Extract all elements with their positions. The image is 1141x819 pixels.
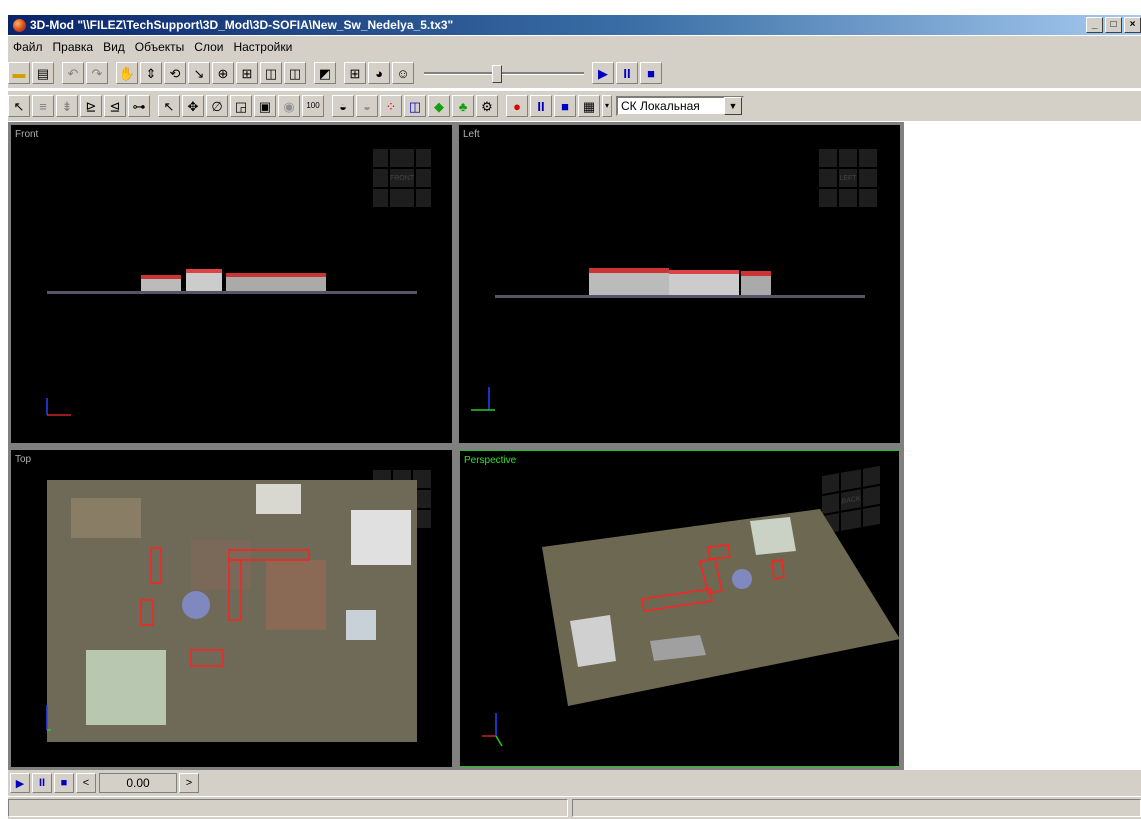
- save-icon[interactable]: ▤: [32, 62, 54, 84]
- eye-icon[interactable]: ◉: [278, 95, 300, 117]
- status-bar: [8, 797, 1141, 819]
- zoom-icon[interactable]: ⊕: [212, 62, 234, 84]
- record-icon[interactable]: ●: [506, 95, 528, 117]
- front-model-silhouette: [46, 269, 417, 416]
- orbit-icon[interactable]: ⟲: [164, 62, 186, 84]
- maximize-button[interactable]: □: [1105, 17, 1122, 33]
- menu-bar: Файл Правка Вид Объекты Слои Настройки: [8, 36, 1141, 58]
- playback-stop-button[interactable]: ■: [54, 773, 74, 793]
- edit-toolbar: ↖ ≡ ⇟ ⊵ ⊴ ⊶ ↖ ✥ ∅ ◲ ▣ ◉ 100 ◒ ◒ ⁘ ◫ ◆ ♣ …: [8, 91, 1141, 121]
- light-icon[interactable]: ◒: [332, 95, 354, 117]
- camera-icon[interactable]: ▣: [254, 95, 276, 117]
- title-bar: 3D-Mod "\\FILEZ\TechSupport\3D_Mod\3D-SO…: [8, 15, 1141, 35]
- box-view-icon[interactable]: ◫: [260, 62, 282, 84]
- viewport-area: Front FRONT Left LEFT Top Perspective BA…: [8, 122, 903, 770]
- chevron-down-icon[interactable]: ▼: [724, 97, 742, 115]
- stop-button[interactable]: ■: [640, 62, 662, 84]
- status-pane-left: [8, 799, 568, 817]
- viewport-top[interactable]: Top: [11, 450, 452, 767]
- left-model-silhouette: [471, 268, 865, 411]
- top-aerial-map: [46, 480, 417, 742]
- glasses-icon[interactable]: ◕: [368, 62, 390, 84]
- minimize-button[interactable]: _: [1086, 17, 1103, 33]
- pause-record-icon[interactable]: II: [530, 95, 552, 117]
- rotate-icon[interactable]: ∅: [206, 95, 228, 117]
- undo-icon[interactable]: ↶: [62, 62, 84, 84]
- open-folder-icon[interactable]: ▬: [8, 62, 30, 84]
- stop-record-icon[interactable]: ■: [554, 95, 576, 117]
- layout-grid-icon[interactable]: ⊞: [344, 62, 366, 84]
- layer-select-alt-icon[interactable]: ⊴: [104, 95, 126, 117]
- main-toolbar: ▬ ▤ ↶ ↷ ✋ ⇕ ⟲ ↘ ⊕ ⊞ ◫ ◫ ◩ ⊞ ◕ ☺ ▶ II ■: [8, 58, 1141, 88]
- menu-settings[interactable]: Настройки: [228, 40, 297, 54]
- wireframe-icon[interactable]: ◫: [404, 95, 426, 117]
- properties-panel: [903, 122, 1141, 770]
- person-icon[interactable]: ☺: [392, 62, 414, 84]
- layout-dropdown-icon[interactable]: ▾: [602, 95, 612, 117]
- light-off-icon[interactable]: ◒: [356, 95, 378, 117]
- playback-bar: ▶ II ■ < 0.00 >: [8, 770, 1141, 796]
- select-object-icon[interactable]: ↖: [8, 95, 30, 117]
- time-field[interactable]: 0.00: [99, 773, 177, 793]
- menu-edit[interactable]: Правка: [48, 40, 99, 54]
- slider-thumb[interactable]: [492, 65, 502, 83]
- playback-play-button[interactable]: ▶: [10, 773, 30, 793]
- layer-filter-icon[interactable]: ⊶: [128, 95, 150, 117]
- pointer-icon[interactable]: ↖: [158, 95, 180, 117]
- prev-frame-button[interactable]: <: [76, 773, 96, 793]
- distribute-icon[interactable]: ⇟: [56, 95, 78, 117]
- layer-select-icon[interactable]: ⊵: [80, 95, 102, 117]
- coord-system-select[interactable]: СК Локальная ▼: [616, 96, 744, 116]
- close-button[interactable]: ×: [1124, 17, 1141, 33]
- viewport-front[interactable]: Front FRONT: [11, 125, 452, 443]
- app-icon: [13, 18, 26, 32]
- play-button[interactable]: ▶: [592, 62, 614, 84]
- settings-gear-icon[interactable]: ⚙: [476, 95, 498, 117]
- box-view-alt-icon[interactable]: ◫: [284, 62, 306, 84]
- menu-layers[interactable]: Слои: [189, 40, 228, 54]
- pause-button[interactable]: II: [616, 62, 638, 84]
- fly-icon[interactable]: ↘: [188, 62, 210, 84]
- status-pane-right: [572, 799, 1141, 817]
- redo-icon[interactable]: ↷: [86, 62, 108, 84]
- solid-icon[interactable]: ◆: [428, 95, 450, 117]
- coord-system-value: СК Локальная: [621, 99, 700, 113]
- hand-pan-icon[interactable]: ✋: [116, 62, 138, 84]
- window-title: 3D-Mod "\\FILEZ\TechSupport\3D_Mod\3D-SO…: [30, 18, 454, 32]
- menu-objects[interactable]: Объекты: [130, 40, 190, 54]
- menu-file[interactable]: Файл: [8, 40, 48, 54]
- layout-icon[interactable]: ▦: [578, 95, 600, 117]
- walk-icon[interactable]: ⇕: [140, 62, 162, 84]
- scale-icon[interactable]: ◲: [230, 95, 252, 117]
- align-icon[interactable]: ≡: [32, 95, 54, 117]
- next-frame-button[interactable]: >: [179, 773, 199, 793]
- window-controls: _ □ ×: [1086, 17, 1141, 33]
- points-icon[interactable]: ⁘: [380, 95, 402, 117]
- slider-track: [424, 72, 584, 75]
- zoom-window-icon[interactable]: ⊞: [236, 62, 258, 84]
- viewport-perspective[interactable]: Perspective BACK: [459, 450, 900, 767]
- tree-icon[interactable]: ♣: [452, 95, 474, 117]
- menu-view[interactable]: Вид: [98, 40, 130, 54]
- animation-slider[interactable]: [424, 63, 584, 83]
- move-icon[interactable]: ✥: [182, 95, 204, 117]
- zoom-100-icon[interactable]: 100: [302, 95, 324, 117]
- playback-pause-button[interactable]: II: [32, 773, 52, 793]
- viewport-left[interactable]: Left LEFT: [459, 125, 900, 443]
- select-region-icon[interactable]: ◩: [314, 62, 336, 84]
- perspective-aerial-map: [482, 509, 899, 747]
